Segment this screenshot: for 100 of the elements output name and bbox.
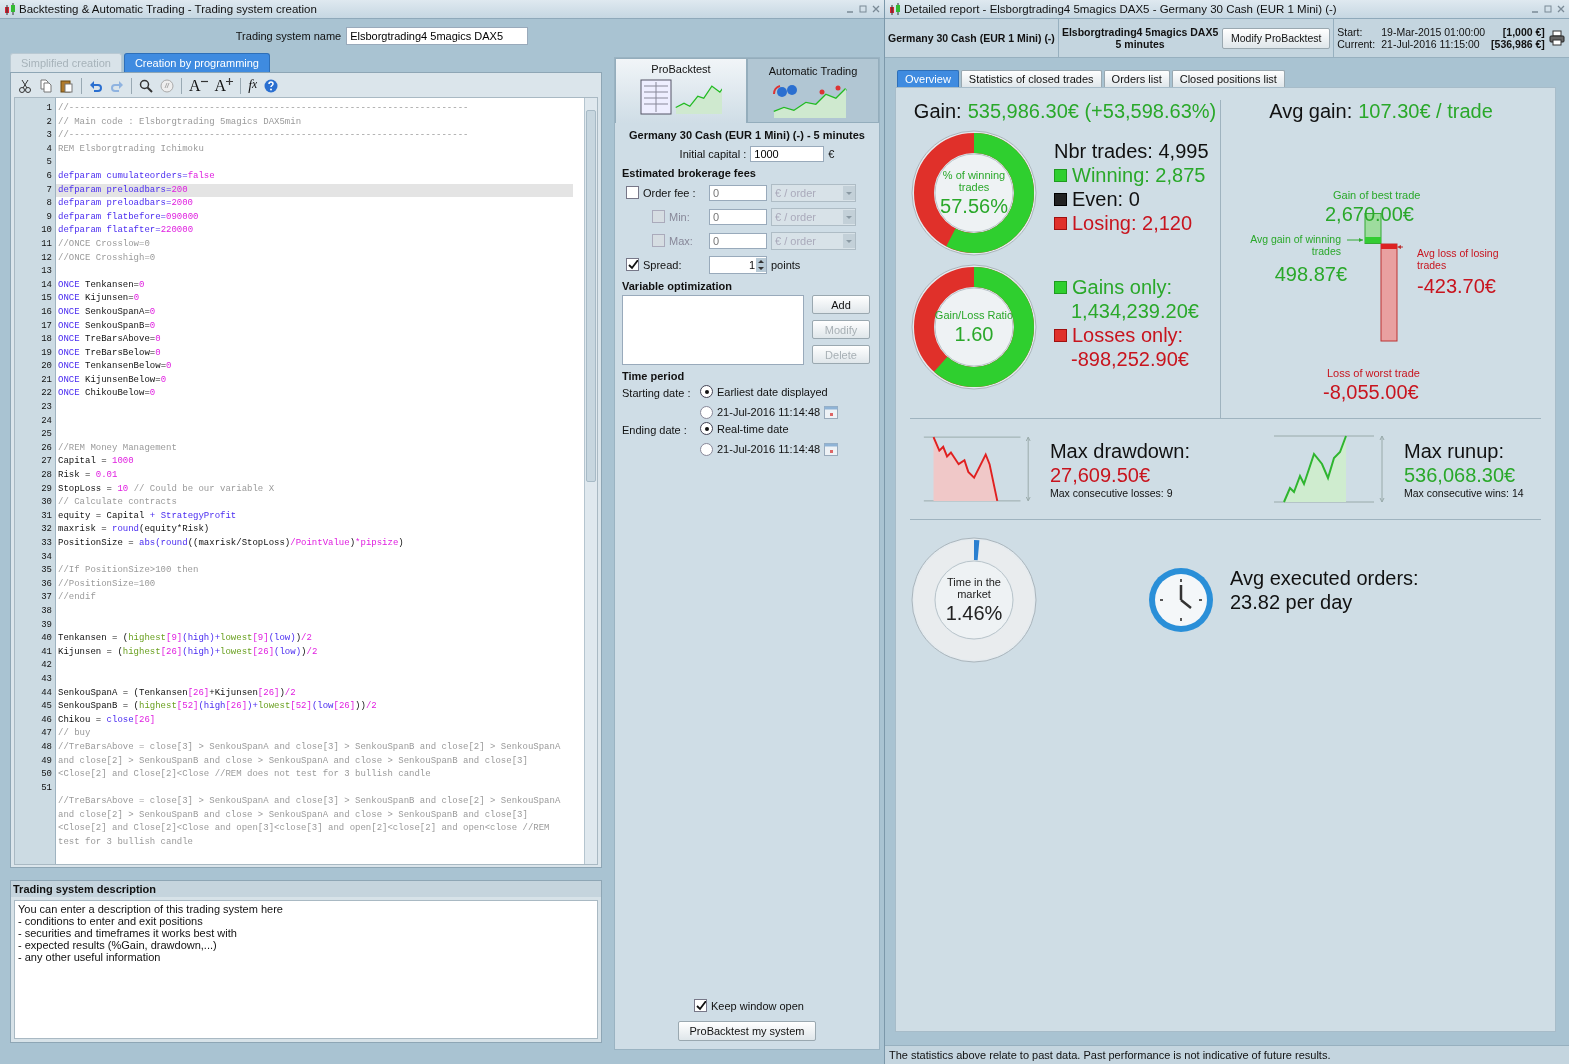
code-line: // Calculate contracts xyxy=(58,496,178,510)
code-line: // Main code : Elsborgtrading 5magics DAX5min xyxy=(58,115,303,129)
caret-icon xyxy=(843,185,855,200)
line-number: 34 xyxy=(40,550,53,564)
checkbox[interactable] xyxy=(626,186,639,199)
table-chart-icon xyxy=(640,78,722,116)
probacktest-button[interactable]: ProBacktest my system xyxy=(678,1021,816,1041)
line-number: 23 xyxy=(40,401,53,415)
code-line: ONCE TreBarsAbove=0 xyxy=(58,333,162,347)
close-icon[interactable] xyxy=(872,5,880,13)
font-larger-button[interactable]: A xyxy=(214,77,234,95)
tab[interactable]: ProBacktest xyxy=(615,58,747,123)
line-number: 26 xyxy=(40,441,53,455)
timeframe-label: 5 minutes xyxy=(1114,38,1166,50)
code-line: PositionSize = abs(round((maxrisk/StopLoss)/PointValue)*pipsize) xyxy=(58,537,405,550)
line-number: 41 xyxy=(40,645,53,659)
gauge-caption: % of winning trades xyxy=(941,168,1007,193)
code-line: //TreBarsAbove = close[3] > SenkouSpanA and close[3] > SenkouSpanB and close[2] > SenkouSpanA and close[2] > SenkouSpanB and close > SenkouSpanA and close > SenkouSpanB and close[3]<Close[2] and Close[2]<Close and open[3]<close[3] and open[2]<close[2] and open<close //REM test for 3 bullish candle xyxy=(58,795,562,850)
legend-square-icon xyxy=(1054,168,1067,182)
line-number: 32 xyxy=(40,523,53,537)
period-label: Start: xyxy=(1337,26,1364,38)
line-number: 19 xyxy=(40,346,53,360)
line-number: 18 xyxy=(40,333,53,347)
checkbox-label: Keep window open xyxy=(711,999,804,1012)
scrollbar[interactable] xyxy=(584,98,597,864)
field-label: Trading system name xyxy=(235,30,342,42)
tab[interactable]: Overview xyxy=(897,70,959,87)
printer-icon[interactable] xyxy=(1548,30,1565,46)
modify-button[interactable]: Modify ProBacktest xyxy=(1222,27,1331,49)
orders-label: Avg executed orders: xyxy=(1230,566,1419,590)
code-line: //TreBarsAbove = close[3] > SenkouSpanA and close[3] > SenkouSpanB and close[2] > SenkouSpanA and close[2] > SenkouSpanB and close > SenkouSpanA and close > SenkouSpanB and close[3]<Close[2] and Close[2]<Close //REM does not test for 3 bullish candle xyxy=(58,740,562,782)
code-line: //ONCE Crosslow=0 xyxy=(58,237,151,251)
unit-label: points xyxy=(771,258,801,271)
name-field[interactable]: Elsborgtrading4 5magics DAX5 xyxy=(346,27,529,45)
gain-label: Gain: xyxy=(913,100,962,123)
help-icon[interactable] xyxy=(264,79,279,93)
cut-icon[interactable] xyxy=(18,79,32,93)
spread-spinner[interactable]: 1 xyxy=(709,255,767,274)
tab[interactable]: Closed positions list xyxy=(1171,70,1285,87)
search-icon[interactable] xyxy=(139,79,153,93)
line-number: 40 xyxy=(40,632,53,646)
variable-list[interactable] xyxy=(622,295,804,365)
line-number: 24 xyxy=(40,414,53,428)
gauge-caption: Gain/Loss Ratio xyxy=(934,308,1014,321)
tab[interactable]: Statistics of closed trades xyxy=(960,70,1102,87)
line-number: 46 xyxy=(40,713,53,727)
line-number: 9 xyxy=(45,210,53,224)
tab[interactable]: Automatic Trading xyxy=(747,58,879,123)
radio-label: 21-Jul-2016 11:14:48 xyxy=(717,443,821,455)
close-icon[interactable] xyxy=(1557,5,1565,13)
redo-icon[interactable] xyxy=(110,79,124,93)
line-number: 14 xyxy=(40,278,53,292)
code-line: defparam preloadbars=2000 xyxy=(58,197,195,211)
line-number: 17 xyxy=(40,319,53,333)
radio-button[interactable] xyxy=(700,405,713,419)
line-number: 7 xyxy=(45,183,53,197)
calendar-icon[interactable] xyxy=(824,405,839,419)
line-number: 21 xyxy=(40,373,53,387)
code-line: ONCE SenkouSpanB=0 xyxy=(58,319,157,333)
button[interactable]: Add xyxy=(812,295,870,314)
description-field[interactable]: You can enter a description of this trading system here - conditions to enter and exit positions - securities and timeframes it works best with - expected results (%Gain, drawdown,...) - any other useful information xyxy=(14,900,598,1039)
tab[interactable]: Creation by programming xyxy=(123,53,270,72)
checkbox[interactable] xyxy=(694,999,707,1012)
gauge-value: 1.60 xyxy=(954,322,994,346)
maximize-icon[interactable] xyxy=(1544,5,1552,13)
code-line: defparam preloadbars=200 xyxy=(58,183,189,197)
line-number: 31 xyxy=(40,509,53,523)
tab[interactable]: Orders list xyxy=(1103,70,1170,87)
radio-button[interactable] xyxy=(700,442,713,456)
line-number: 42 xyxy=(40,659,53,673)
legend-label: Winning: 2,875 xyxy=(1072,163,1206,187)
trade-count: Nbr trades: 4,995 xyxy=(1054,139,1209,163)
radio-label: Real-time date xyxy=(717,422,789,435)
line-number: 49 xyxy=(40,754,53,768)
code-line: Kijunsen = (highest[26](high)+lowest[26](low))/2 xyxy=(58,645,319,659)
code-line: defparam flatbefore=090000 xyxy=(58,210,200,224)
code-line: equity = Capital + StrategyProfit xyxy=(58,509,238,523)
maximize-icon[interactable] xyxy=(859,5,867,13)
calendar-icon[interactable] xyxy=(824,442,839,456)
code-line: StopLoss = 10 // Could be our variable X xyxy=(58,482,276,496)
copy-icon[interactable] xyxy=(39,79,53,93)
capital-field[interactable]: 1000 xyxy=(750,146,825,162)
line-number: 5 xyxy=(45,156,53,170)
avg-loss-value: -423.70€ xyxy=(1417,275,1496,298)
line-number: 48 xyxy=(40,740,53,754)
metric-label: Max drawdown: xyxy=(1049,439,1190,463)
section-title: Estimated brokerage fees xyxy=(622,167,757,179)
line-number: 12 xyxy=(40,251,53,265)
line-number: 45 xyxy=(40,700,53,714)
radio-button[interactable] xyxy=(700,422,713,435)
metric-label: Max runup: xyxy=(1404,439,1506,463)
font-smaller-button[interactable]: A xyxy=(189,77,208,95)
comment-icon[interactable] xyxy=(160,79,174,93)
radio-button[interactable] xyxy=(700,385,713,398)
undo-icon[interactable] xyxy=(89,79,103,93)
field-label: Initial capital : xyxy=(679,148,747,160)
code-line: // buy xyxy=(58,727,92,741)
checkbox[interactable] xyxy=(626,258,639,271)
paste-icon[interactable] xyxy=(60,79,74,93)
minus-icon xyxy=(200,78,208,85)
